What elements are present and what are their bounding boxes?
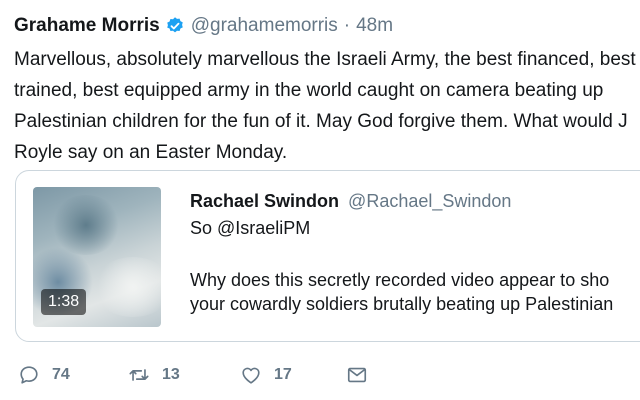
retweet-count: 13 bbox=[162, 366, 180, 383]
retweet-button[interactable]: 13 bbox=[128, 364, 180, 386]
video-duration-badge: 1:38 bbox=[41, 289, 87, 315]
thumbnail-shade-1 bbox=[51, 195, 121, 255]
like-count: 17 bbox=[274, 366, 292, 383]
quoted-tweet-header: Rachael Swindon @Rachael_Swindon bbox=[190, 189, 511, 213]
retweet-icon bbox=[129, 369, 149, 381]
tweet[interactable]: Grahame Morris @grahamemorris · 48m Marv… bbox=[0, 0, 640, 400]
reply-icon bbox=[20, 366, 38, 384]
direct-message-button[interactable] bbox=[346, 364, 380, 386]
tweet-header: Grahame Morris @grahamemorris · 48m bbox=[14, 14, 393, 38]
thumbnail-shade-2 bbox=[93, 257, 161, 317]
tweet-timestamp[interactable]: 48m bbox=[356, 14, 393, 38]
quoted-tweet-card[interactable]: 1:38 Rachael Swindon @Rachael_Swindon So… bbox=[15, 170, 640, 342]
reply-button[interactable]: 74 bbox=[18, 364, 70, 386]
quoted-video-thumbnail[interactable]: 1:38 bbox=[33, 187, 161, 327]
quoted-text-line-2: Why does this secretly recorded video ap… bbox=[190, 270, 610, 290]
verified-badge-icon bbox=[165, 16, 185, 36]
quoted-text-line-1: So @IsraeliPM bbox=[190, 218, 311, 238]
quoted-author-handle[interactable]: @Rachael_Swindon bbox=[348, 191, 511, 211]
reply-count: 74 bbox=[52, 366, 70, 383]
like-button[interactable]: 17 bbox=[240, 364, 292, 386]
quoted-text-line-3: your cowardly soldiers brutally beating … bbox=[190, 294, 614, 314]
dm-icon bbox=[347, 367, 367, 383]
tweet-text: Marvellous, absolutely marvellous the Is… bbox=[14, 49, 636, 163]
author-name[interactable]: Grahame Morris bbox=[14, 14, 160, 38]
quoted-author-name[interactable]: Rachael Swindon bbox=[190, 191, 339, 211]
like-icon bbox=[242, 367, 260, 384]
separator-dot: · bbox=[343, 15, 351, 36]
author-handle[interactable]: @grahamemorris bbox=[191, 14, 338, 38]
tweet-actions-bar: 74 13 17 bbox=[18, 364, 640, 388]
